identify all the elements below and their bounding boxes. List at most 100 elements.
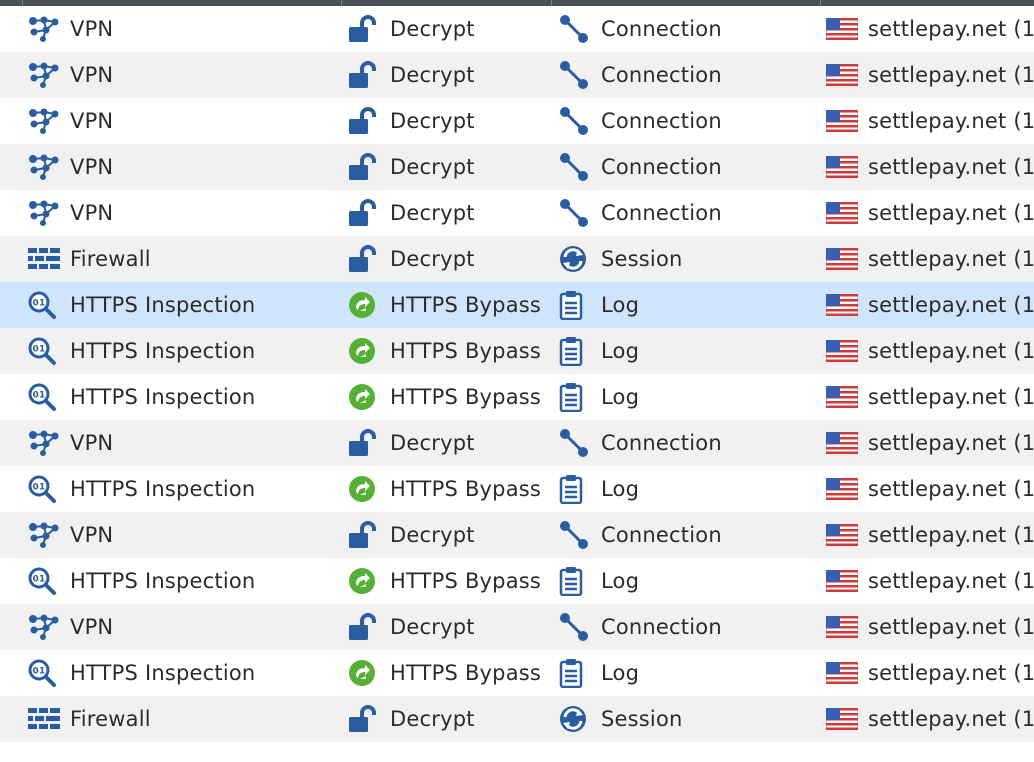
svg-text:01: 01 [33,667,46,677]
table-row[interactable]: 01 HTTPS Inspection HTTPS Bypass Log set… [0,374,1034,420]
us-flag-icon [826,610,860,644]
https-inspection-icon: 01 [28,334,62,368]
destination-cell-text: settlepay.net (10 [868,661,1034,685]
us-flag-icon [826,702,860,736]
action-cell-text: Decrypt [390,201,475,225]
connection-icon [559,12,593,46]
firewall-icon [28,242,62,276]
destination-cell-text: settlepay.net (10 [868,109,1034,133]
action-cell: Decrypt [348,236,475,282]
blade-cell: 01 HTTPS Inspection [28,466,255,512]
us-flag-icon [826,288,860,322]
blade-cell-text: HTTPS Inspection [70,293,256,317]
action-cell-text: Decrypt [390,615,475,639]
table-row[interactable]: 01 HTTPS Inspection HTTPS Bypass Log set… [0,558,1034,604]
action-cell-text: HTTPS Bypass [390,661,542,685]
table-row[interactable]: 01 HTTPS Inspection HTTPS Bypass Log set… [0,328,1034,374]
connection-icon [559,518,593,552]
table-row[interactable]: Firewall Decrypt Session settlepay.net (… [0,236,1034,282]
type-cell-text: Log [601,477,640,501]
action-cell-text: Decrypt [390,707,475,731]
blade-cell: VPN [28,6,113,52]
table-row[interactable]: VPN Decrypt Connection settlepay.net (10 [0,6,1034,52]
type-cell-text: Log [601,661,640,685]
bypass-icon [348,334,382,368]
vpn-icon [28,58,62,92]
type-cell-text: Connection [601,431,722,455]
destination-cell: settlepay.net (10 [826,650,1034,696]
log-icon [559,334,593,368]
table-row[interactable]: 01 HTTPS Inspection HTTPS Bypass Log set… [0,282,1034,328]
vpn-icon [28,196,62,230]
log-icon [559,656,593,690]
us-flag-icon [826,518,860,552]
table-row[interactable]: VPN Decrypt Connection settlepay.net (10 [0,604,1034,650]
vpn-icon [28,426,62,460]
table-row[interactable]: VPN Decrypt Connection settlepay.net (10 [0,52,1034,98]
blade-cell: 01 HTTPS Inspection [28,374,255,420]
destination-cell: settlepay.net (10 [826,6,1034,52]
blade-cell-text: Firewall [70,247,151,271]
action-cell-text: HTTPS Bypass [390,477,542,501]
destination-cell: settlepay.net (10 [826,144,1034,190]
table-row[interactable]: VPN Decrypt Connection settlepay.net (10 [0,144,1034,190]
unlock-icon [348,518,382,552]
svg-text:01: 01 [33,299,46,309]
blade-cell: 01 HTTPS Inspection [28,328,255,374]
action-cell-text: Decrypt [390,247,475,271]
https-inspection-icon: 01 [28,472,62,506]
blade-cell: VPN [28,98,113,144]
table-row[interactable]: VPN Decrypt Connection settlepay.net (10 [0,98,1034,144]
destination-cell-text: settlepay.net (10 [868,339,1034,363]
action-cell-text: HTTPS Bypass [390,339,542,363]
table-row[interactable]: Firewall Decrypt Session settlepay.net (… [0,696,1034,742]
type-cell: Connection [559,604,722,650]
blade-cell: VPN [28,52,113,98]
table-row[interactable]: VPN Decrypt Connection settlepay.net (10 [0,420,1034,466]
type-cell: Connection [559,98,722,144]
type-cell-text: Log [601,385,640,409]
unlock-icon [348,196,382,230]
type-cell-text: Log [601,569,640,593]
action-cell: Decrypt [348,696,475,742]
unlock-icon [348,12,382,46]
session-icon [559,702,593,736]
us-flag-icon [826,150,860,184]
log-icon [559,564,593,598]
action-cell-text: HTTPS Bypass [390,293,542,317]
https-inspection-icon: 01 [28,564,62,598]
table-row[interactable]: 01 HTTPS Inspection HTTPS Bypass Log set… [0,650,1034,696]
action-cell: HTTPS Bypass [348,466,541,512]
destination-cell-text: settlepay.net (10 [868,707,1034,731]
blade-cell: Firewall [28,236,151,282]
us-flag-icon [826,242,860,276]
action-cell-text: Decrypt [390,155,475,179]
unlock-icon [348,702,382,736]
destination-cell-text: settlepay.net (10 [868,201,1034,225]
type-cell-text: Connection [601,201,722,225]
action-cell-text: Decrypt [390,109,475,133]
type-cell: Log [559,282,639,328]
action-cell-text: Decrypt [390,523,475,547]
table-row[interactable]: VPN Decrypt Connection settlepay.net (10 [0,190,1034,236]
blade-cell-text: HTTPS Inspection [70,569,256,593]
connection-icon [559,104,593,138]
blade-cell: 01 HTTPS Inspection [28,558,255,604]
us-flag-icon [826,380,860,414]
destination-cell-text: settlepay.net (10 [868,385,1034,409]
action-cell: HTTPS Bypass [348,558,541,604]
type-cell: Session [559,236,683,282]
unlock-icon [348,150,382,184]
table-row[interactable]: VPN Decrypt Connection settlepay.net (10 [0,512,1034,558]
bypass-icon [348,564,382,598]
type-cell-text: Connection [601,109,722,133]
table-row[interactable]: 01 HTTPS Inspection HTTPS Bypass Log set… [0,466,1034,512]
destination-cell: settlepay.net (10 [826,420,1034,466]
type-cell: Log [559,466,639,512]
destination-cell: settlepay.net (10 [826,98,1034,144]
action-cell: Decrypt [348,98,475,144]
blade-cell: VPN [28,144,113,190]
destination-cell-text: settlepay.net (10 [868,523,1034,547]
blade-cell-text: VPN [70,109,114,133]
action-cell: HTTPS Bypass [348,374,541,420]
